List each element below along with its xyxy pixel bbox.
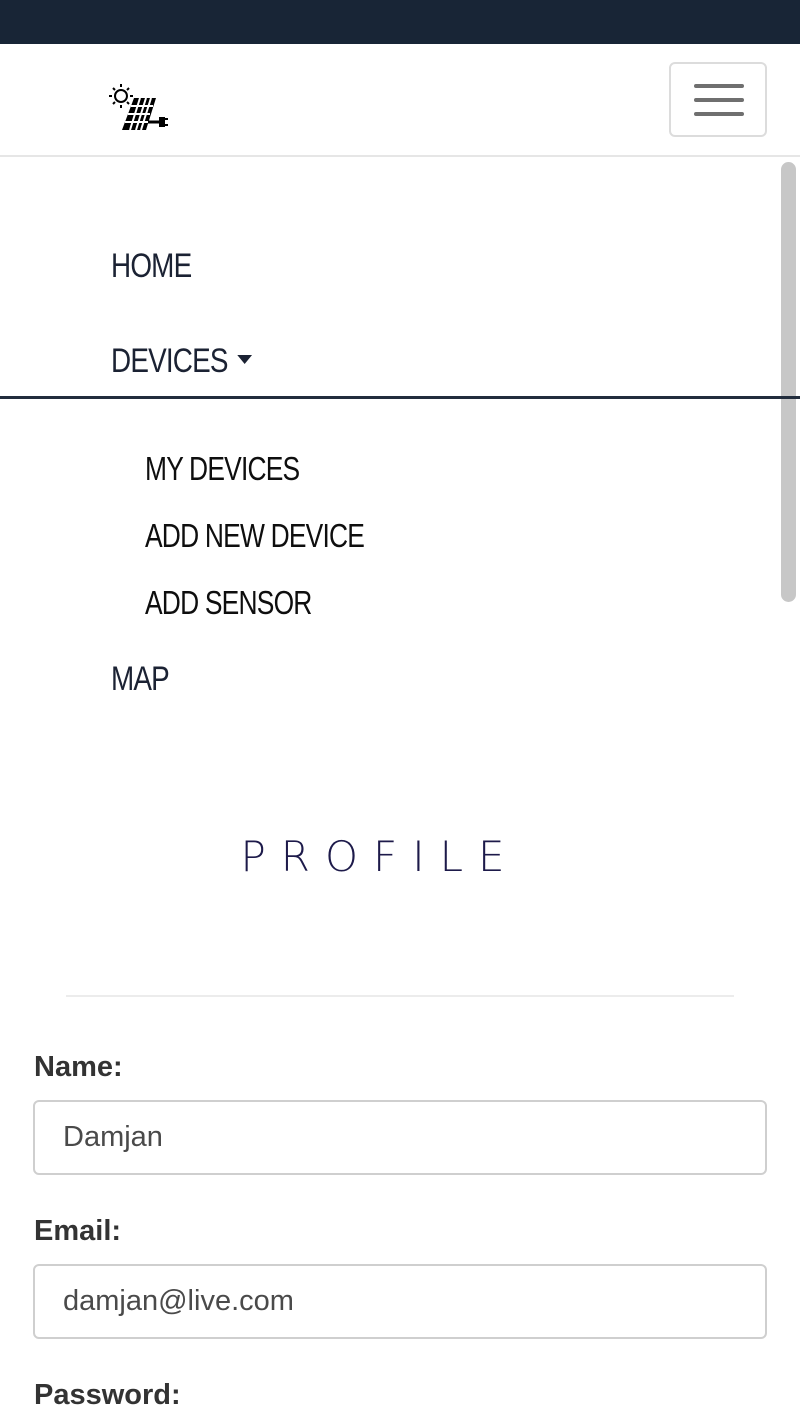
solar-panel-logo-icon[interactable] [104,82,168,134]
email-label: Email: [34,1215,122,1247]
devices-active-underline [0,396,800,399]
navbar [0,44,800,157]
hamburger-menu-icon [694,84,744,88]
name-input[interactable]: Damjan [33,1100,767,1175]
hamburger-bar [694,98,744,102]
submenu-add-sensor[interactable]: Add Sensor [145,584,312,622]
submenu-add-new-device[interactable]: Add New Device [145,517,365,555]
nav-devices-dropdown[interactable]: Devices [111,342,253,381]
password-label: Password: [34,1379,181,1411]
top-status-strip [0,0,800,44]
hamburger-menu-button[interactable] [669,62,767,137]
nav-devices-label: Devices [111,342,228,380]
name-label: Name: [34,1051,123,1083]
menu-scrollbar[interactable] [781,162,796,602]
title-divider [66,995,734,997]
nav-map-link[interactable]: Map [111,660,170,699]
nav-home-link[interactable]: Home [111,247,192,286]
page-title: PROFILE [240,832,520,881]
submenu-my-devices[interactable]: My Devices [145,450,300,488]
caret-down-icon [237,354,253,364]
email-input[interactable]: damjan@live.com [33,1264,767,1339]
hamburger-bar [694,112,744,116]
